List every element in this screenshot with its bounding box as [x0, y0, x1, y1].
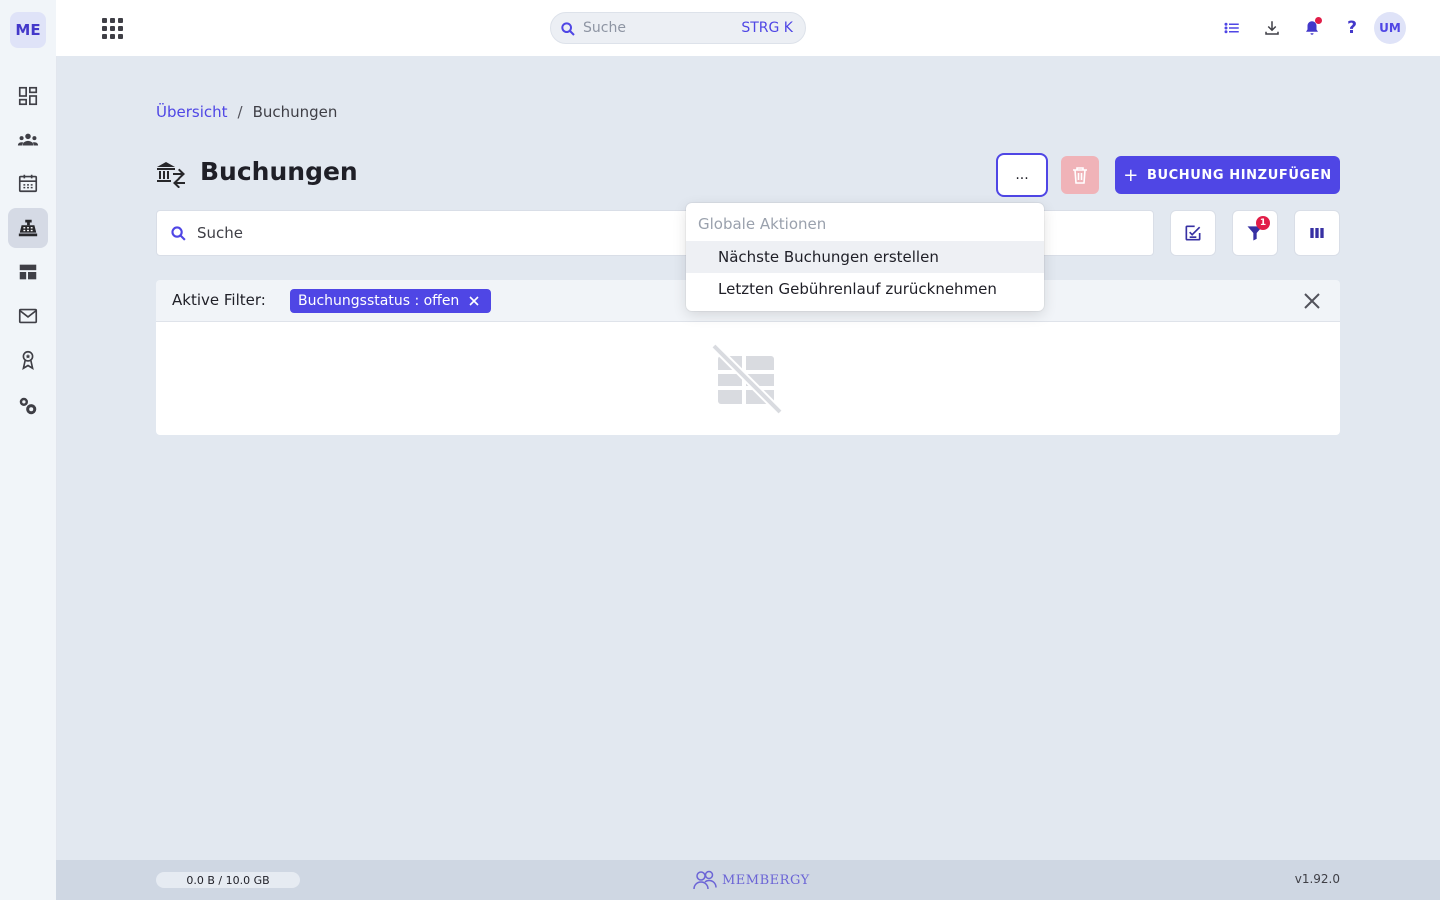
- brand-name: MEMBERGY: [722, 872, 810, 888]
- storage-usage: 0.0 B / 10.0 GB: [156, 872, 300, 888]
- list-icon: [1224, 22, 1239, 34]
- more-actions-button[interactable]: ...: [996, 153, 1048, 197]
- page-title: Buchungen: [200, 157, 358, 186]
- breadcrumb-separator: /: [237, 103, 243, 121]
- grid-dot: [117, 25, 123, 31]
- delete-button[interactable]: [1061, 156, 1099, 194]
- sidebar: ME: [0, 0, 56, 900]
- org-logo[interactable]: ME: [10, 12, 46, 48]
- breadcrumb: Übersicht / Buchungen: [156, 103, 337, 121]
- no-data-table-icon: [711, 344, 782, 415]
- grid-dot: [101, 33, 107, 39]
- sidebar-item-bookings[interactable]: [8, 208, 48, 248]
- clear-filters-icon[interactable]: [1302, 291, 1322, 311]
- menu-item-revert-fee-run[interactable]: Letzten Gebührenlauf zurücknehmen: [686, 273, 1044, 305]
- filter-button[interactable]: 1: [1232, 210, 1278, 256]
- sidebar-item-dashboard[interactable]: [8, 76, 48, 116]
- global-search-placeholder: Suche: [583, 20, 626, 36]
- plus-icon: +: [1123, 164, 1139, 186]
- sidebar-item-settings[interactable]: [8, 386, 48, 426]
- mail-icon: [18, 308, 38, 324]
- search-icon: [171, 226, 186, 241]
- sidebar-item-mail[interactable]: [8, 296, 48, 336]
- grid-dot: [117, 33, 123, 39]
- members-icon: [17, 133, 39, 146]
- download-icon: [1265, 21, 1279, 35]
- brand-logo: MEMBERGY: [692, 869, 810, 891]
- app-version: v1.92.0: [1294, 872, 1340, 886]
- sidebar-item-badges[interactable]: [8, 340, 48, 380]
- breadcrumb-current: Buchungen: [252, 103, 338, 121]
- menu-item-create-next-bookings[interactable]: Nächste Buchungen erstellen: [686, 241, 1044, 273]
- close-icon[interactable]: [469, 296, 479, 306]
- cash-register-icon: [18, 219, 38, 237]
- columns-icon: [1310, 228, 1324, 238]
- help-button[interactable]: ?: [1340, 16, 1364, 40]
- task-list-button[interactable]: [1220, 16, 1244, 40]
- trash-icon: [1073, 167, 1087, 184]
- grid-dot: [101, 25, 107, 31]
- membergy-logo-icon: [693, 870, 717, 890]
- add-booking-label: BUCHUNG HINZUFÜGEN: [1146, 167, 1332, 183]
- sidebar-item-calendar[interactable]: [8, 163, 48, 203]
- columns-button[interactable]: [1294, 210, 1340, 256]
- grid-dot: [109, 25, 115, 31]
- dashboard-icon: [18, 86, 38, 106]
- add-booking-button[interactable]: + BUCHUNG HINZUFÜGEN: [1115, 156, 1340, 194]
- active-filters-label: Aktive Filter:: [172, 291, 266, 309]
- badge-icon: [22, 350, 34, 370]
- filter-chip-label: Buchungsstatus : offen: [298, 293, 460, 309]
- notification-dot: [1315, 17, 1322, 24]
- notifications-button[interactable]: [1300, 16, 1324, 40]
- search-icon: [561, 22, 575, 36]
- global-search-input[interactable]: Suche STRG K: [550, 12, 806, 44]
- topbar: Suche STRG K ? UM: [56, 0, 1440, 56]
- grid-dot: [117, 17, 123, 23]
- sidebar-item-tables[interactable]: [8, 252, 48, 292]
- sidebar-item-members[interactable]: [8, 120, 48, 160]
- user-avatar[interactable]: UM: [1374, 12, 1406, 44]
- checklist-icon: [1185, 225, 1201, 241]
- global-actions-menu: Globale Aktionen Nächste Buchungen erste…: [686, 203, 1044, 311]
- downloads-button[interactable]: [1260, 16, 1284, 40]
- search-shortcut: STRG K: [741, 20, 793, 36]
- breadcrumb-home-link[interactable]: Übersicht: [156, 103, 228, 121]
- bulk-select-button[interactable]: [1170, 210, 1216, 256]
- footer: 0.0 B / 10.0 GB MEMBERGY v1.92.0: [56, 860, 1440, 900]
- filter-count-badge: 1: [1256, 216, 1270, 230]
- filter-chip[interactable]: Buchungsstatus : offen: [290, 289, 492, 313]
- app-launcher-button[interactable]: [100, 16, 124, 40]
- grid-dot: [101, 17, 107, 23]
- settings-gears-icon: [19, 397, 37, 415]
- table-search-placeholder: Suche: [197, 224, 244, 242]
- bookings-table: [156, 322, 1340, 435]
- table-layout-icon: [19, 264, 37, 280]
- bank-transfer-icon: [157, 162, 185, 188]
- grid-dot: [109, 17, 115, 23]
- menu-header: Globale Aktionen: [698, 215, 827, 233]
- calendar-icon: [18, 174, 38, 193]
- grid-dot: [109, 33, 115, 39]
